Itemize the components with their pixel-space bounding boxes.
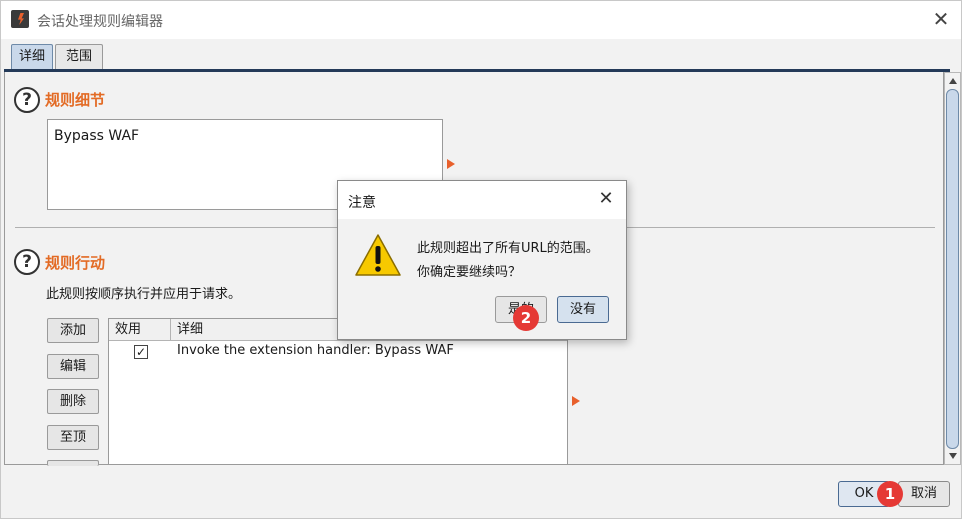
column-header-enabled[interactable]: 效用 (109, 319, 171, 340)
session-rule-editor-window: 会话处理规则编辑器 ✕ 详细 范围 ? 规则细节 Bypass WAF ? 规则… (0, 0, 962, 519)
edit-button[interactable]: 编辑 (47, 354, 99, 379)
scroll-down-icon[interactable] (949, 453, 957, 459)
tab-scope[interactable]: 范围 (55, 44, 103, 70)
help-icon-rule-actions[interactable]: ? (14, 249, 40, 275)
warning-dialog: 注意 ✕ 此规则超出了所有URL的范围。 你确定要继续吗？ 是的 没有 2 (337, 180, 627, 340)
rule-details-title: 规则细节 (45, 91, 106, 109)
move-up-button[interactable] (47, 460, 99, 466)
burp-app-icon (11, 10, 29, 28)
dialog-message-line1: 此规则超出了所有URL的范围。 (417, 241, 599, 256)
warning-icon (355, 234, 401, 276)
tab-details[interactable]: 详细 (11, 44, 53, 70)
scroll-thumb[interactable] (946, 89, 959, 449)
expand-arrow-icon[interactable] (447, 159, 455, 169)
move-top-button[interactable]: 至顶 (47, 425, 99, 450)
rule-actions-title: 规则行动 (45, 254, 106, 272)
dialog-title: 注意 (348, 195, 376, 211)
actions-table: 效用 详细 ✓ Invoke the extension handler: By… (108, 318, 568, 465)
add-button[interactable]: 添加 (47, 318, 99, 343)
dialog-title-bar: 注意 ✕ (338, 181, 626, 219)
vertical-scrollbar[interactable] (944, 72, 961, 465)
table-row[interactable]: ✓ Invoke the extension handler: Bypass W… (109, 341, 567, 363)
remove-button[interactable]: 删除 (47, 389, 99, 414)
cancel-button[interactable]: 取消 (898, 481, 950, 507)
step-badge-2: 2 (513, 305, 539, 331)
help-icon-rule-details[interactable]: ? (14, 87, 40, 113)
dialog-close-icon[interactable]: ✕ (594, 187, 618, 211)
scroll-up-icon[interactable] (949, 78, 957, 84)
expand-arrow-icon[interactable] (572, 396, 580, 406)
step-badge-1: 1 (877, 481, 903, 507)
enabled-checkbox[interactable]: ✓ (134, 345, 148, 359)
title-bar: 会话处理规则编辑器 ✕ (1, 1, 961, 39)
action-details-cell: Invoke the extension handler: Bypass WAF (177, 343, 454, 358)
no-button[interactable]: 没有 (557, 296, 609, 323)
dialog-message-line2: 你确定要继续吗？ (417, 265, 522, 280)
close-icon[interactable]: ✕ (929, 7, 953, 31)
rule-actions-description: 此规则按顺序执行并应用于请求。 (46, 287, 242, 302)
window-title: 会话处理规则编辑器 (37, 14, 163, 30)
